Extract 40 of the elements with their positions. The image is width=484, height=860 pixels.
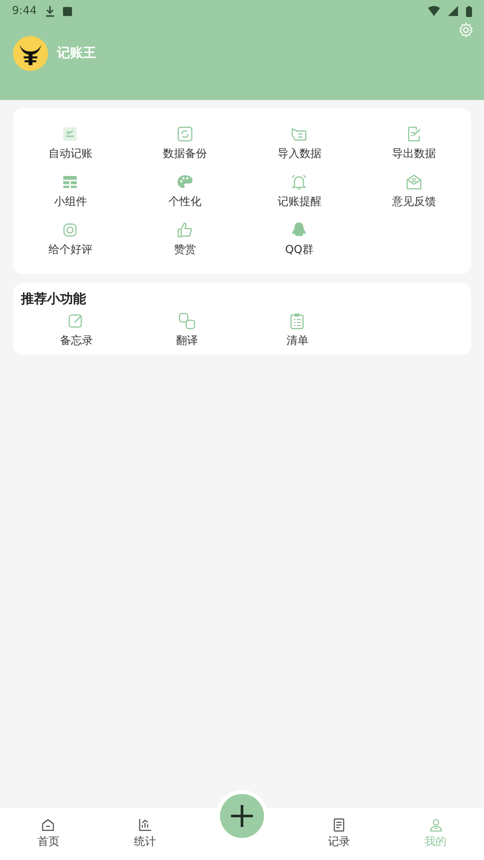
penguin-icon (290, 221, 308, 239)
grid-icon (61, 173, 80, 191)
nav-tab[interactable]: 首页 (37, 808, 60, 860)
envelope-icon (404, 173, 423, 191)
feature-item[interactable]: 个性化 (128, 173, 242, 209)
feature-item[interactable]: 意见反馈 (356, 173, 471, 209)
refresh-icon (176, 125, 194, 143)
notification-icon (62, 6, 72, 16)
feature-item[interactable]: 导出数据 (356, 125, 471, 161)
wifi-icon (428, 6, 440, 16)
feature-item[interactable]: 备忘录 (21, 312, 132, 348)
palette-icon (176, 173, 194, 191)
feature-item[interactable]: 自动记账 (13, 125, 128, 161)
signal-icon (448, 6, 458, 16)
feature-item[interactable]: 数据备份 (128, 125, 242, 161)
thumbs-up-icon (176, 221, 194, 239)
feature-item[interactable]: 小组件 (13, 173, 128, 209)
feature-item[interactable]: 导入数据 (242, 125, 356, 161)
squares-icon (178, 312, 196, 330)
nav-tab[interactable]: 记录 (328, 808, 350, 860)
section-title: 推荐小功能 (21, 291, 87, 309)
download-icon (44, 6, 55, 16)
feature-item[interactable]: 给个好评 (13, 221, 128, 257)
status-time: 9:44 (12, 2, 37, 19)
home-icon (40, 817, 56, 833)
app-logo (13, 36, 48, 71)
feature-item[interactable]: 记账提醒 (242, 173, 356, 209)
feature-item[interactable]: 翻译 (132, 312, 242, 348)
clipboard-icon (288, 312, 306, 330)
feature-item[interactable]: 赞赏 (128, 221, 242, 257)
battery-icon (466, 6, 472, 16)
chart-icon (137, 817, 154, 833)
feature-item[interactable]: QQ群 (242, 221, 356, 257)
add-button[interactable] (220, 794, 264, 838)
plus-icon (230, 804, 254, 828)
person-icon (428, 817, 444, 833)
bell-icon (290, 173, 308, 191)
app-name: 记账王 (57, 44, 96, 63)
nav-tab[interactable]: 统计 (134, 808, 156, 860)
feature-item[interactable]: 清单 (242, 312, 352, 348)
